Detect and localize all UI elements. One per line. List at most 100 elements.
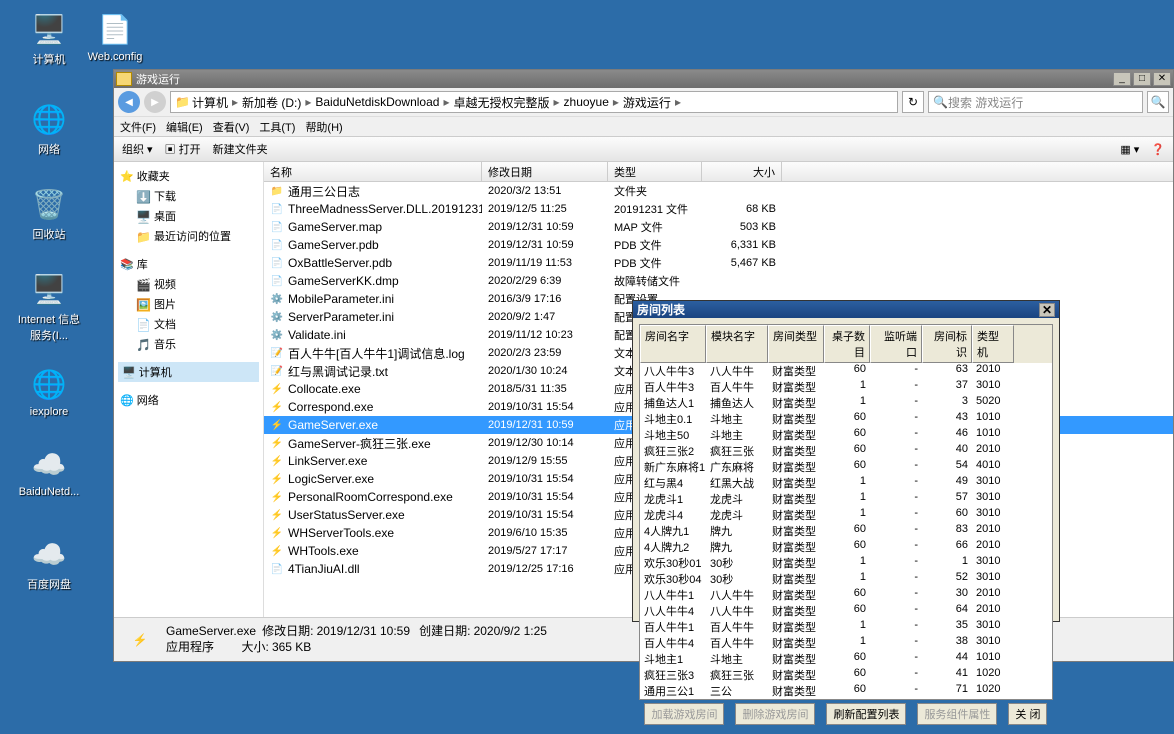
sidebar-group-head[interactable]: 📚 库 [118, 254, 259, 274]
grid-cell: 斗地主50 [640, 427, 706, 443]
file-row[interactable]: 📄OxBattleServer.pdb2019/11/19 11:53PDB 文… [264, 254, 1173, 272]
organize-button[interactable]: 组织 ▾ [122, 141, 153, 157]
dialog-titlebar[interactable]: 房间列表 ✕ [633, 301, 1059, 318]
column-type[interactable]: 类型 [608, 162, 702, 181]
file-row[interactable]: 📄GameServer.pdb2019/12/31 10:59PDB 文件6,3… [264, 236, 1173, 254]
grid-column[interactable]: 房间标识 [922, 325, 972, 363]
grid-row[interactable]: 4人牌九1牌九财富类型60-832010 [640, 523, 1052, 539]
desktop-icon[interactable]: 📄Web.config [80, 10, 150, 63]
window-titlebar[interactable]: 游戏运行 _ □ ✕ [114, 70, 1173, 88]
grid-row[interactable]: 斗地主1斗地主财富类型60-441010 [640, 651, 1052, 667]
sidebar-item-network[interactable]: 🌐 网络 [118, 390, 259, 410]
grid-row[interactable]: 斗地主0.1斗地主财富类型60-431010 [640, 411, 1052, 427]
grid-row[interactable]: 八人牛牛1八人牛牛财富类型60-302010 [640, 587, 1052, 603]
sidebar-item[interactable]: 📄文档 [118, 314, 259, 334]
back-button[interactable]: ◀ [118, 91, 140, 113]
desktop-icon[interactable]: 🖥️Internet 信息服务(I... [14, 270, 84, 343]
grid-row[interactable]: 疯狂三张3疯狂三张财富类型60-411020 [640, 667, 1052, 683]
grid-column[interactable]: 模块名字 [706, 325, 768, 363]
column-name[interactable]: 名称 [264, 162, 482, 181]
desktop-icon[interactable]: 🌐网络 [14, 100, 84, 157]
grid-cell: 八人牛牛 [706, 363, 768, 379]
new-folder-button[interactable]: 新建文件夹 [213, 141, 268, 157]
desktop-icon[interactable]: ☁️BaiduNetd... [14, 445, 84, 498]
forward-button[interactable]: ▶ [144, 91, 166, 113]
close-button[interactable]: ✕ [1153, 72, 1171, 86]
menu-item[interactable]: 编辑(E) [166, 119, 203, 135]
grid-row[interactable]: 斗地主50斗地主财富类型60-461010 [640, 427, 1052, 443]
breadcrumb-item[interactable]: 计算机 [192, 94, 228, 111]
column-size[interactable]: 大小 [702, 162, 782, 181]
grid-row[interactable]: 百人牛牛3百人牛牛财富类型1-373010 [640, 379, 1052, 395]
grid-column[interactable]: 房间名字 [640, 325, 706, 363]
minimize-button[interactable]: _ [1113, 72, 1131, 86]
grid-row[interactable]: 八人牛牛3八人牛牛财富类型60-632010 [640, 363, 1052, 379]
file-name: GameServer.exe [288, 418, 378, 432]
breadcrumb-item[interactable]: BaiduNetdiskDownload [315, 95, 439, 109]
search-input[interactable]: 🔍 搜索 游戏运行 [928, 91, 1143, 113]
breadcrumb-item[interactable]: 游戏运行 [623, 94, 671, 111]
grid-column[interactable]: 房间类型 [768, 325, 824, 363]
desktop-icon[interactable]: 🌐iexplore [14, 365, 84, 418]
grid-row[interactable]: 通用三公1三公财富类型60-711020 [640, 683, 1052, 699]
breadcrumb-item[interactable]: 新加卷 (D:) [242, 94, 301, 111]
grid-row[interactable]: 百人牛牛1百人牛牛财富类型1-353010 [640, 619, 1052, 635]
help-button[interactable]: ❓ [1151, 143, 1165, 156]
service-props-button[interactable]: 服务组件属性 [917, 703, 997, 725]
menu-item[interactable]: 帮助(H) [305, 119, 342, 135]
file-row[interactable]: 📁通用三公日志2020/3/2 13:51文件夹 [264, 182, 1173, 200]
menu-item[interactable]: 查看(V) [213, 119, 250, 135]
sidebar-item[interactable]: ⬇️下载 [118, 186, 259, 206]
desktop-icon[interactable]: 🖥️计算机 [14, 10, 84, 67]
grid-row[interactable]: 百人牛牛4百人牛牛财富类型1-383010 [640, 635, 1052, 651]
sidebar-group-head[interactable]: ⭐ 收藏夹 [118, 166, 259, 186]
file-row[interactable]: 📄ThreeMadnessServer.DLL.201912312019/12/… [264, 200, 1173, 218]
file-name: Correspond.exe [288, 400, 373, 414]
sidebar-item[interactable]: 🖼️图片 [118, 294, 259, 314]
column-date[interactable]: 修改日期 [482, 162, 608, 181]
grid-row[interactable]: 欢乐30秒0130秒财富类型1-13010 [640, 555, 1052, 571]
open-button[interactable]: ▣ 打开 [165, 141, 201, 157]
grid-row[interactable]: 龙虎斗1龙虎斗财富类型1-573010 [640, 491, 1052, 507]
sidebar-item[interactable]: 🖥️桌面 [118, 206, 259, 226]
room-grid[interactable]: 房间名字模块名字房间类型桌子数目监听端口房间标识类型机 八人牛牛3八人牛牛财富类… [639, 324, 1053, 700]
grid-row[interactable]: 红与黑4红黑大战财富类型1-493010 [640, 475, 1052, 491]
close-dialog-button[interactable]: 关 闭 [1008, 703, 1047, 725]
sidebar-item-computer[interactable]: 🖥️ 计算机 [118, 362, 259, 382]
grid-row[interactable]: 4人牌九2牌九财富类型60-662010 [640, 539, 1052, 555]
grid-column[interactable]: 桌子数目 [824, 325, 870, 363]
grid-row[interactable]: 捕鱼达人1捕鱼达人财富类型1-35020 [640, 395, 1052, 411]
sidebar-item[interactable]: 🎵音乐 [118, 334, 259, 354]
grid-row[interactable]: 八人牛牛4八人牛牛财富类型60-642010 [640, 603, 1052, 619]
search-button[interactable]: 🔍 [1147, 91, 1169, 113]
grid-row[interactable]: 新广东麻将1广东麻将财富类型60-544010 [640, 459, 1052, 475]
grid-column[interactable]: 监听端口 [870, 325, 922, 363]
breadcrumb[interactable]: 📁 计算机▸新加卷 (D:)▸BaiduNetdiskDownload▸卓越无授… [170, 91, 898, 113]
load-room-button[interactable]: 加载游戏房间 [644, 703, 724, 725]
file-date: 2020/3/2 13:51 [482, 185, 608, 197]
menu-item[interactable]: 工具(T) [259, 119, 295, 135]
desktop-icon[interactable]: 🗑️回收站 [14, 185, 84, 242]
grid-cell: 46 [922, 427, 972, 443]
file-type: PDB 文件 [608, 237, 702, 253]
sidebar-item[interactable]: 🎬视频 [118, 274, 259, 294]
view-button[interactable]: ▦ ▾ [1120, 143, 1139, 156]
grid-cell: 牌九 [706, 539, 768, 555]
breadcrumb-item[interactable]: zhuoyue [564, 95, 609, 109]
breadcrumb-item[interactable]: 卓越无授权完整版 [453, 94, 549, 111]
grid-row[interactable]: 欢乐30秒0430秒财富类型1-523010 [640, 571, 1052, 587]
refresh-list-button[interactable]: 刷新配置列表 [826, 703, 906, 725]
delete-room-button[interactable]: 删除游戏房间 [735, 703, 815, 725]
dialog-close-button[interactable]: ✕ [1039, 303, 1055, 317]
desktop-icon[interactable]: ☁️百度网盘 [14, 535, 84, 592]
grid-row[interactable]: 龙虎斗4龙虎斗财富类型1-603010 [640, 507, 1052, 523]
grid-column[interactable]: 类型机 [972, 325, 1014, 363]
file-row[interactable]: 📄GameServer.map2019/12/31 10:59MAP 文件503… [264, 218, 1173, 236]
grid-cell: 三公 [706, 683, 768, 699]
file-row[interactable]: 📄GameServerKK.dmp2020/2/29 6:39故障转储文件 [264, 272, 1173, 290]
go-button[interactable]: ↻ [902, 91, 924, 113]
maximize-button[interactable]: □ [1133, 72, 1151, 86]
menu-item[interactable]: 文件(F) [120, 119, 156, 135]
grid-row[interactable]: 疯狂三张2疯狂三张财富类型60-402010 [640, 443, 1052, 459]
sidebar-item[interactable]: 📁最近访问的位置 [118, 226, 259, 246]
